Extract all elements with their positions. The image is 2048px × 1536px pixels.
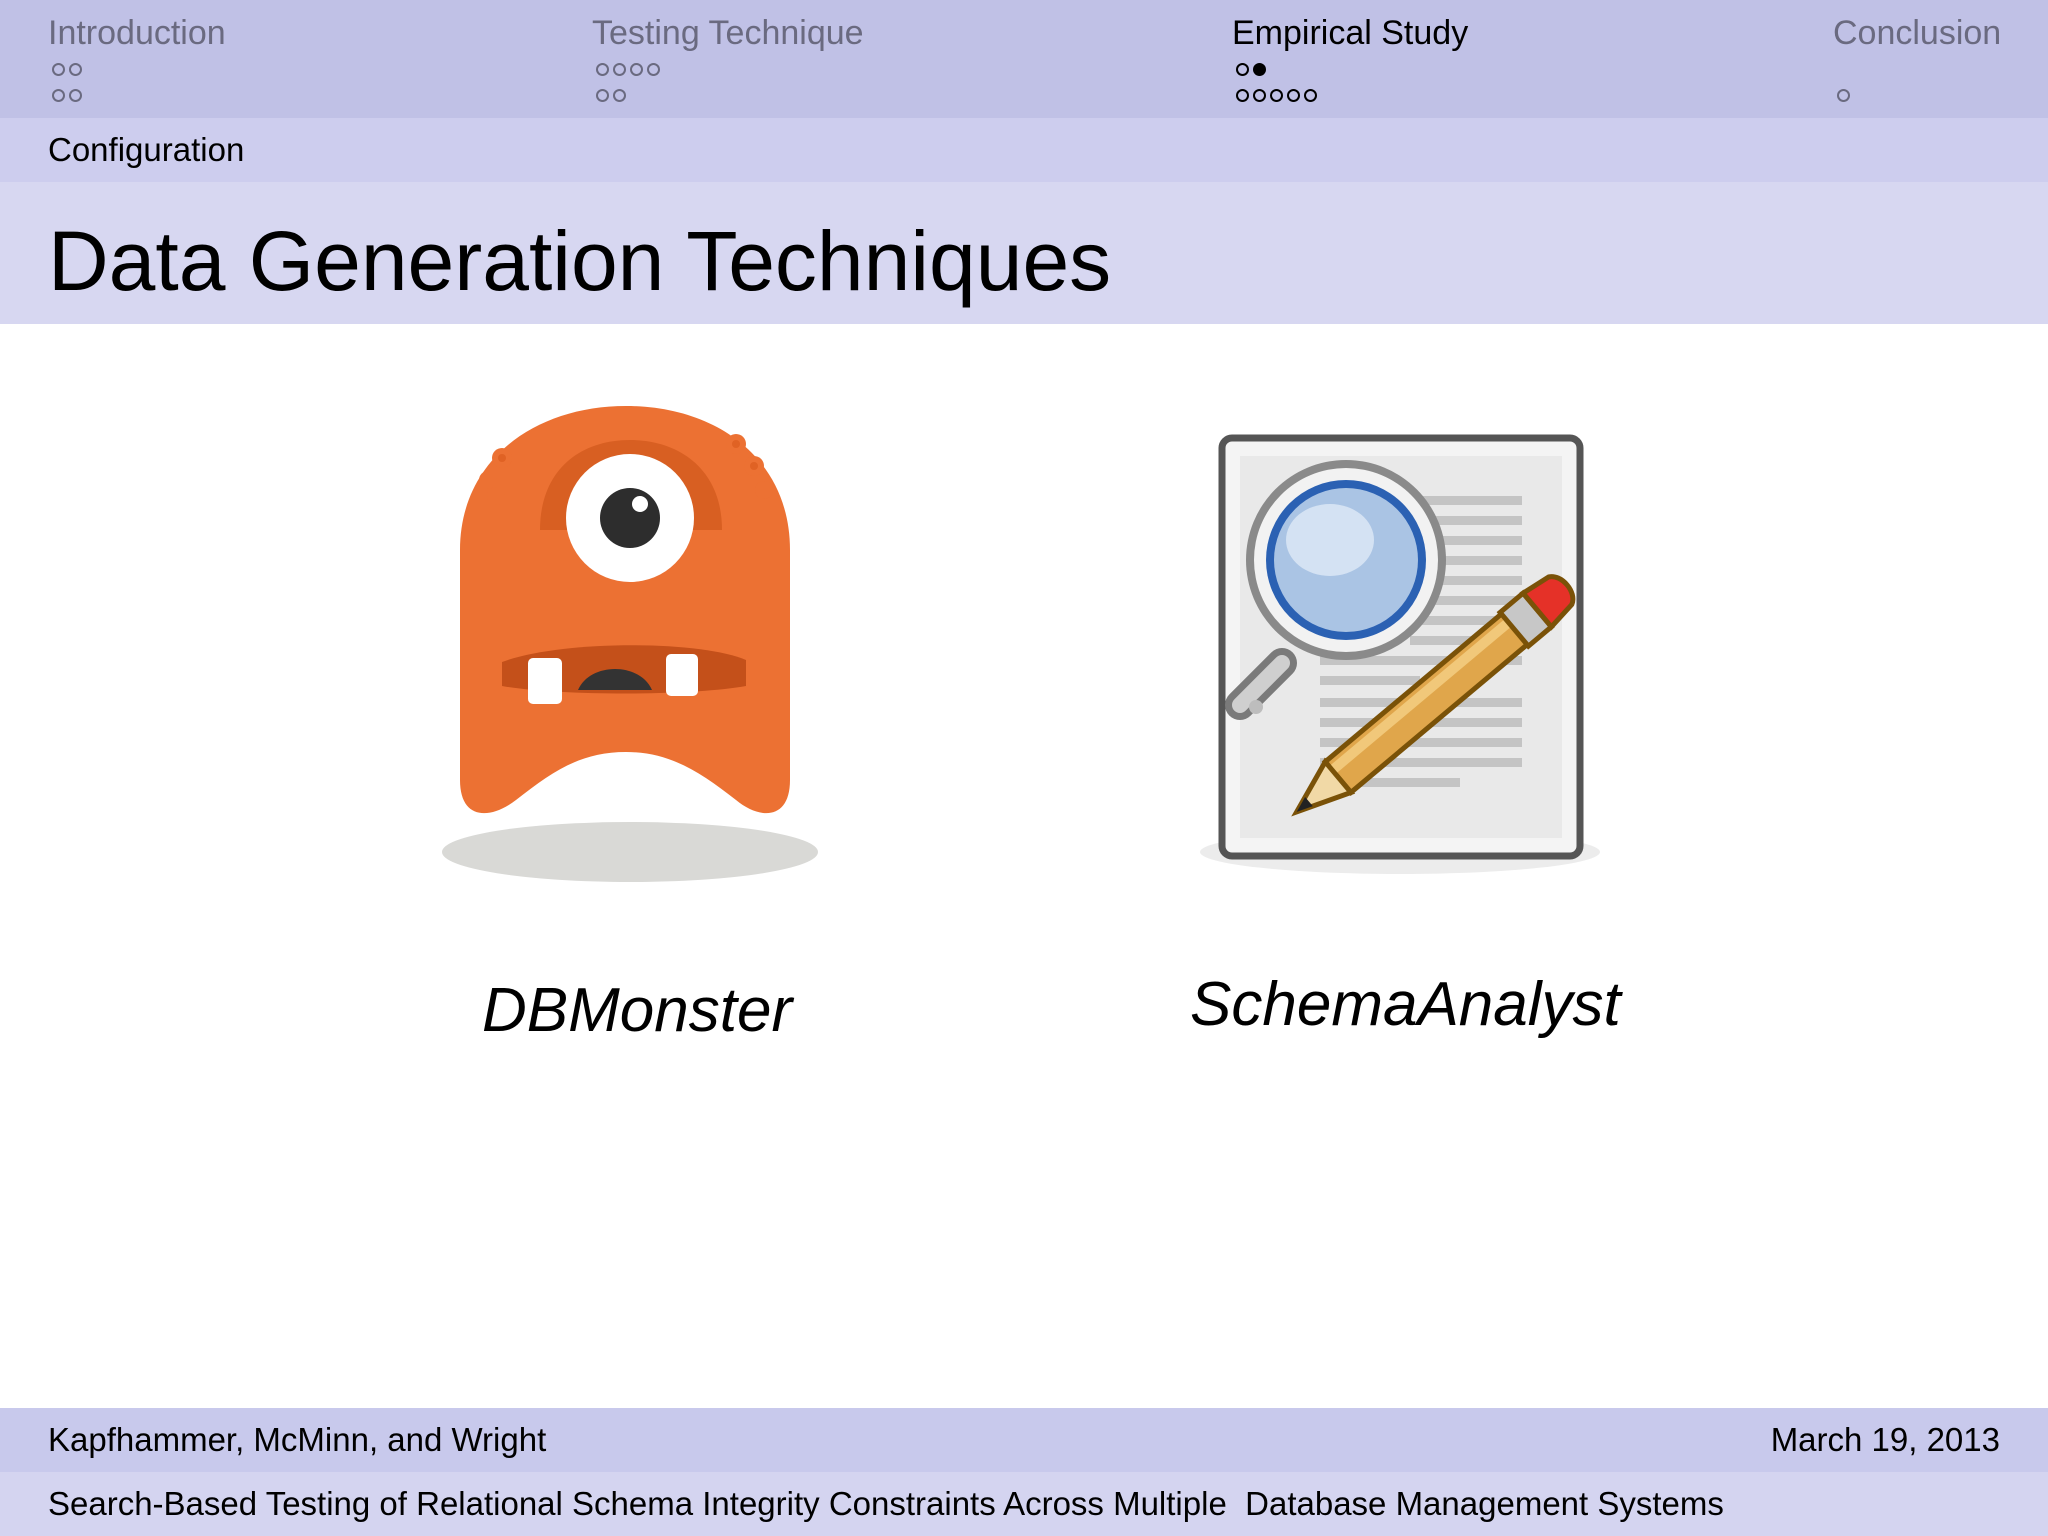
nav-dots-row [596, 84, 864, 106]
nav-dot-current[interactable] [1253, 62, 1266, 76]
document-magnifier-pencil-icon [1160, 430, 1620, 890]
nav-dot[interactable] [1837, 88, 1850, 102]
nav-section-title[interactable]: Testing Technique [592, 12, 864, 54]
subsection-bar: Configuration [0, 118, 2048, 182]
nav-dots-row [1236, 58, 1468, 80]
nav-dot[interactable] [1236, 62, 1249, 76]
nav-section-title[interactable]: Empirical Study [1232, 12, 1468, 54]
footer-date: March 19, 2013 [1770, 1421, 2000, 1458]
nav-dot[interactable] [647, 62, 660, 76]
nav-dot[interactable] [69, 62, 82, 76]
footer-authors-bar: Kapfhammer, McMinn, and Wright March 19,… [0, 1408, 2048, 1472]
monster-mascot-icon [440, 400, 830, 890]
dbmonster-caption: DBMonster [482, 976, 793, 1045]
nav-dot[interactable] [613, 88, 626, 102]
nav-dot[interactable] [596, 62, 609, 76]
nav-dots-row [1837, 84, 2001, 106]
nav-dot[interactable] [613, 62, 626, 76]
schemaanalyst-caption: SchemaAnalyst [1190, 970, 1621, 1039]
nav-dot[interactable] [52, 62, 65, 76]
footer-title-bar: Search-Based Testing of Relational Schem… [0, 1472, 2048, 1536]
nav-section-title[interactable]: Introduction [48, 12, 226, 54]
nav-dot[interactable] [69, 88, 82, 102]
nav-dot[interactable] [1304, 88, 1317, 102]
footer-talk-title: Search-Based Testing of Relational Schem… [48, 1485, 1724, 1522]
frame-title-bar: Data Generation Techniques [0, 182, 2048, 324]
nav-dot[interactable] [1253, 88, 1266, 102]
nav-section-empirical-study[interactable]: Empirical Study [1232, 12, 1468, 106]
nav-dot[interactable] [1236, 88, 1249, 102]
nav-dots-row [596, 58, 864, 80]
nav-dot[interactable] [1270, 88, 1283, 102]
nav-section-testing-technique[interactable]: Testing Technique [592, 12, 864, 106]
nav-dots-row [1837, 58, 2001, 80]
page-title: Data Generation Techniques [48, 214, 1112, 308]
nav-dot[interactable] [52, 88, 65, 102]
nav-section-title[interactable]: Conclusion [1833, 12, 2001, 54]
section-navigation: Introduction Testing Technique Empirical… [0, 0, 2048, 118]
nav-dots-row [52, 84, 226, 106]
footer-authors: Kapfhammer, McMinn, and Wright [48, 1421, 547, 1458]
nav-section-introduction[interactable]: Introduction [48, 12, 226, 106]
nav-dot[interactable] [596, 88, 609, 102]
nav-dots-row [52, 58, 226, 80]
nav-dot[interactable] [1287, 88, 1300, 102]
subsection-title: Configuration [48, 131, 245, 168]
nav-dots-row [1236, 84, 1468, 106]
nav-dot[interactable] [630, 62, 643, 76]
nav-section-conclusion[interactable]: Conclusion [1833, 12, 2001, 106]
